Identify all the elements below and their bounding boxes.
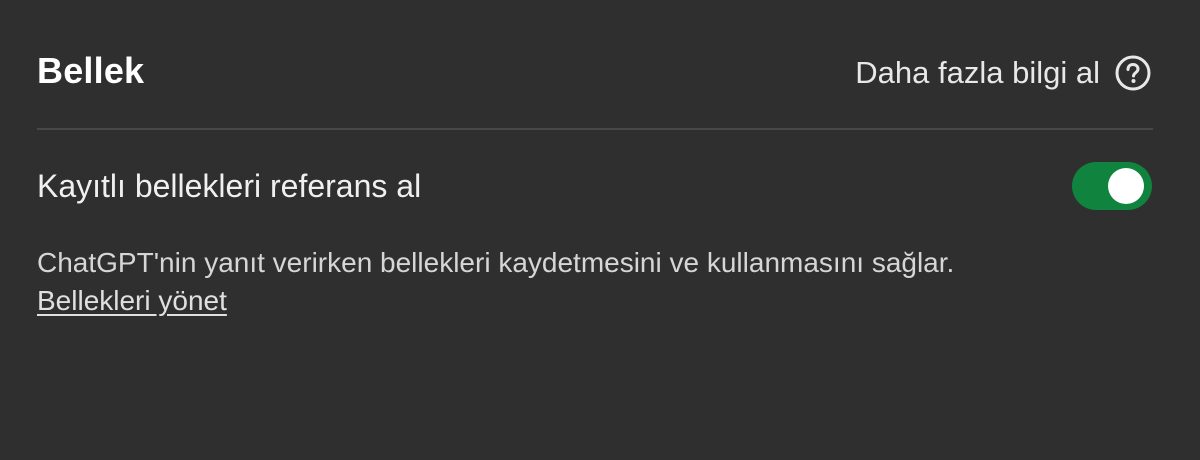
reference-memories-row: Kayıtlı bellekleri referans al <box>37 130 1152 242</box>
section-header: Bellek Daha fazla bilgi al <box>37 0 1152 128</box>
reference-memories-label: Kayıtlı bellekleri referans al <box>37 167 422 204</box>
learn-more-link[interactable]: Daha fazla bilgi al <box>855 50 1152 92</box>
learn-more-label: Daha fazla bilgi al <box>855 55 1100 90</box>
reference-memories-toggle[interactable] <box>1072 162 1152 210</box>
toggle-knob <box>1108 168 1144 204</box>
section-title: Bellek <box>37 50 145 91</box>
setting-description: ChatGPT'nin yanıt verirken bellekleri ka… <box>37 247 955 278</box>
memory-settings-panel: Bellek Daha fazla bilgi al Kayıtlı belle… <box>0 0 1200 460</box>
manage-memories-link[interactable]: Bellekleri yönet <box>37 282 227 320</box>
question-circle-icon <box>1114 54 1152 92</box>
